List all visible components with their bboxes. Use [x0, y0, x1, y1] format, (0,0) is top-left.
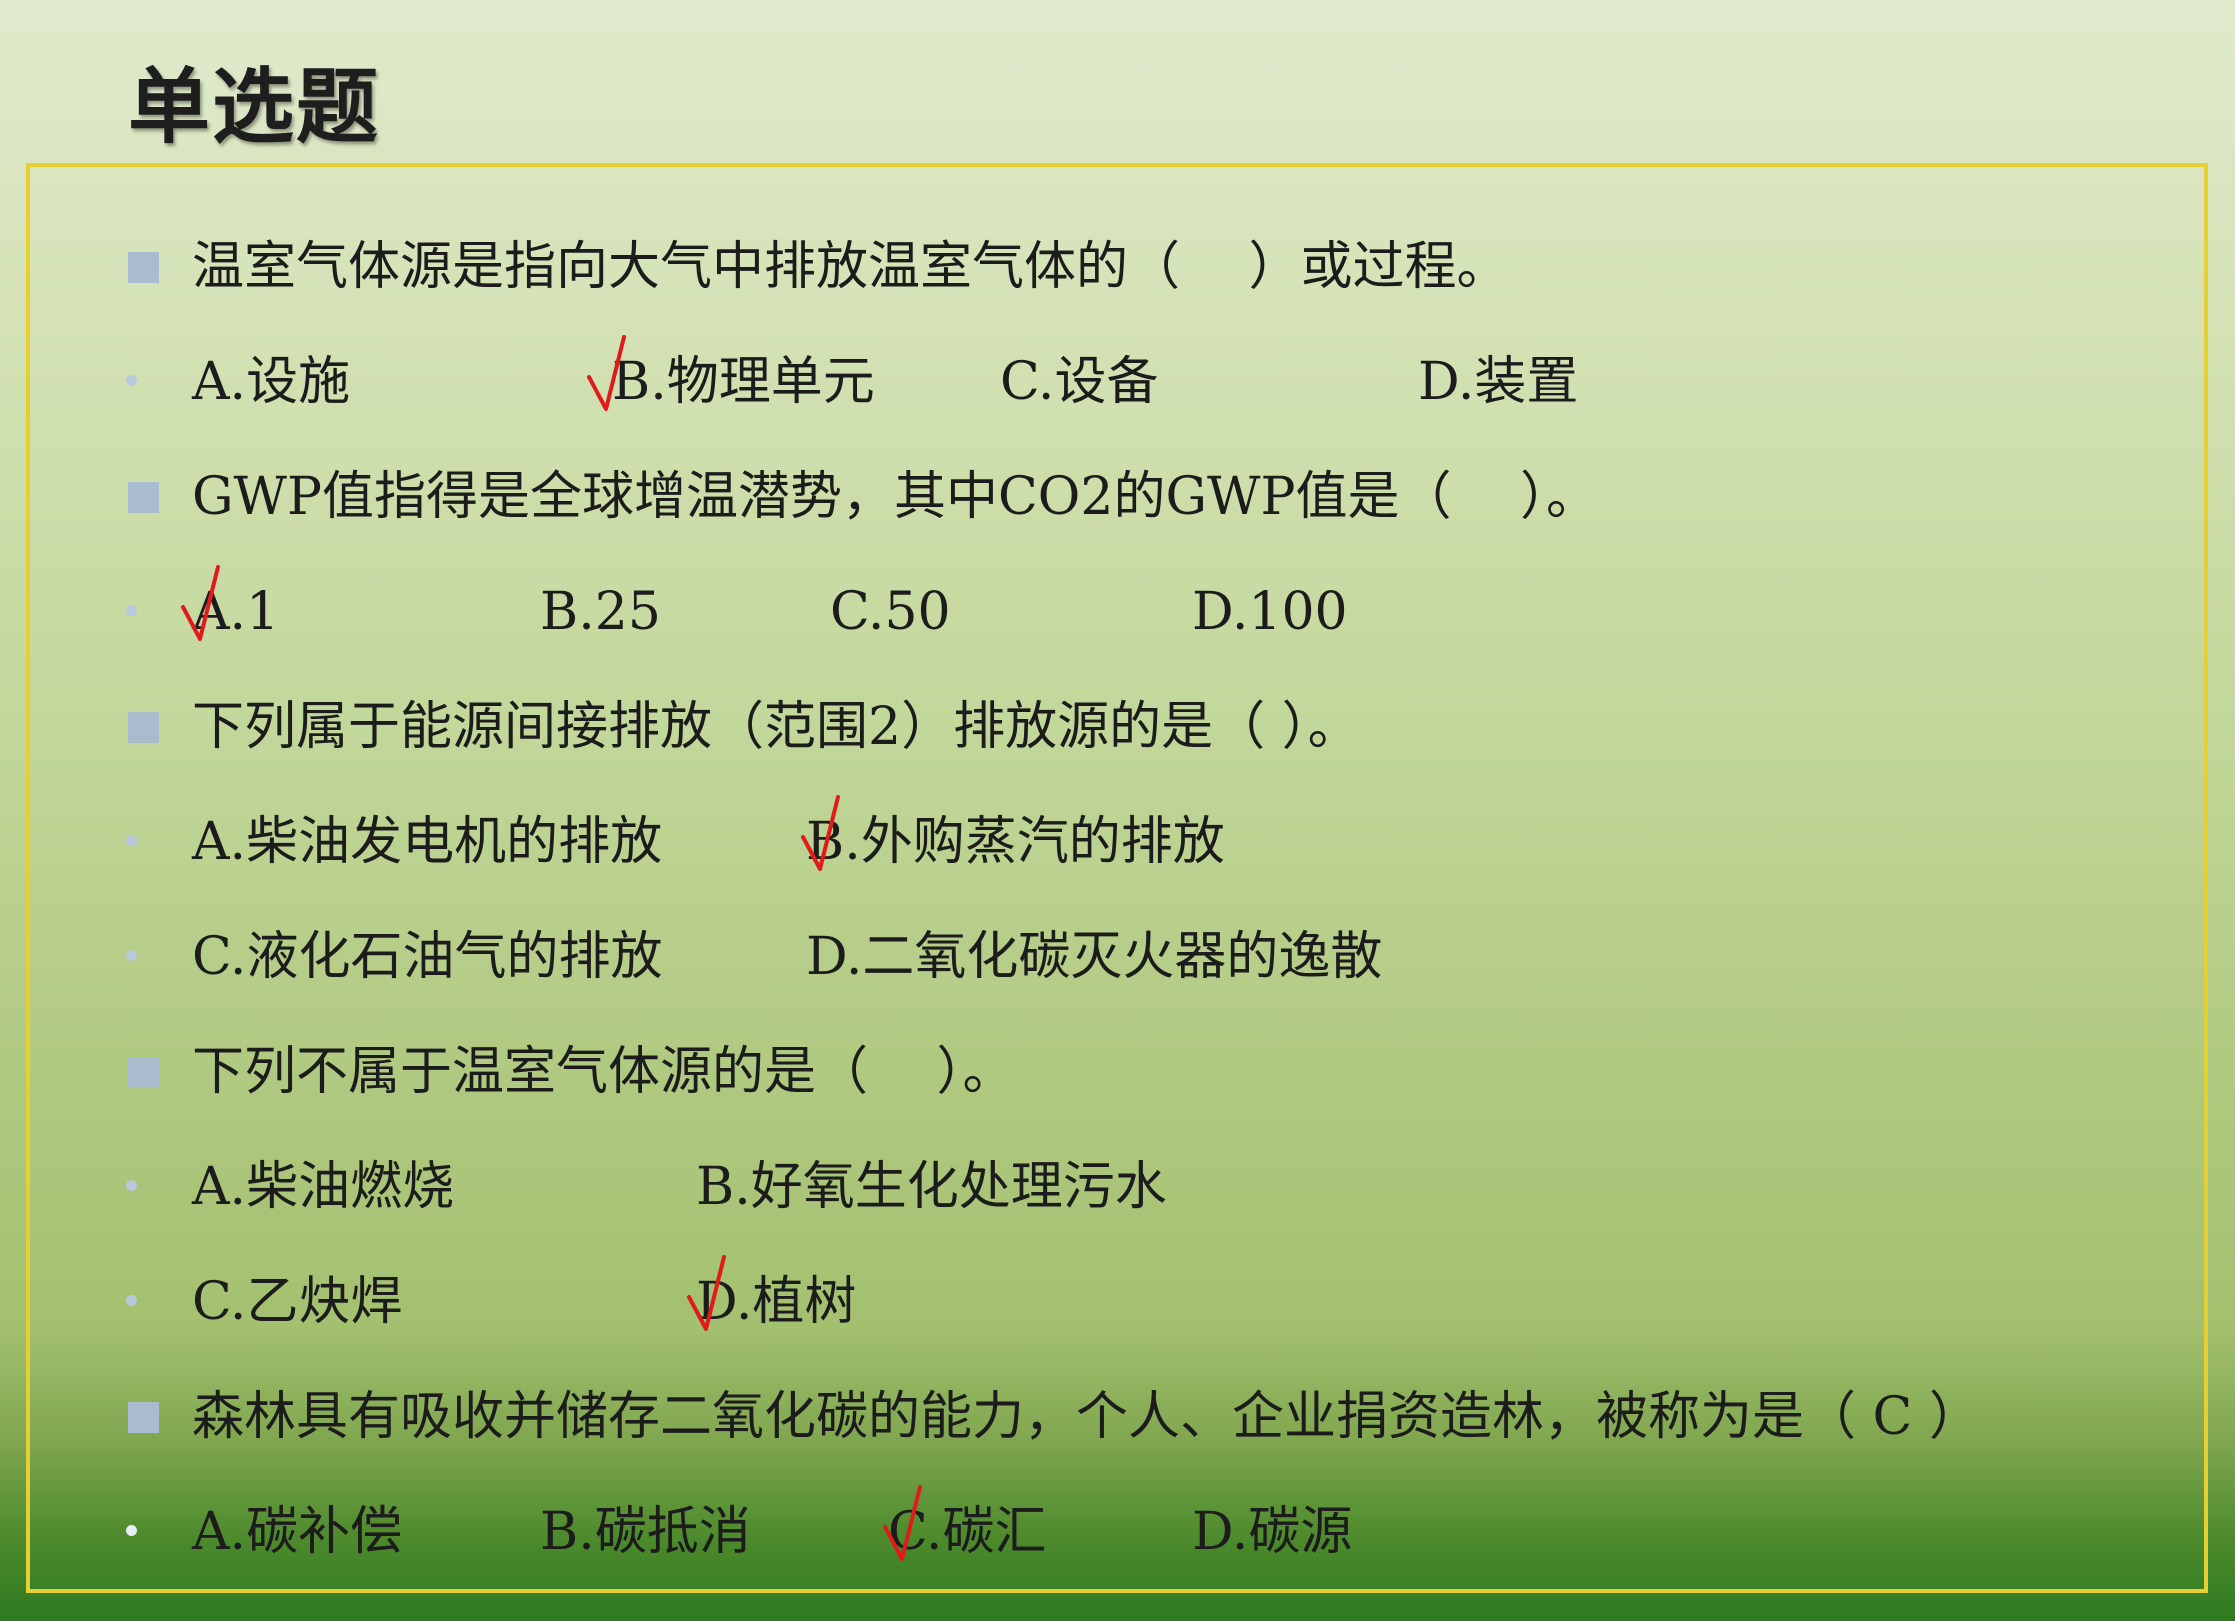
question-text: 下列不属于温室气体源的是（ ）。 — [192, 1042, 1015, 1102]
question-row: 森林具有吸收并储存二氧化碳的能力，个人、企业捐资造林，被称为是（ C ） — [0, 1382, 2235, 1452]
question-row: 下列属于能源间接排放（范围2）排放源的是（ ）。 — [0, 692, 2235, 762]
question-text: 温室气体源是指向大气中排放温室气体的（ ）或过程。 — [192, 237, 1509, 297]
option-b[interactable]: B.外购蒸汽的排放 — [806, 807, 1225, 877]
page-title: 单选题 — [128, 59, 381, 155]
options-row: A.碳补偿 B.碳抵消 C.碳汇 D.碳源 — [0, 1485, 2235, 1567]
square-bullet-icon — [128, 482, 159, 513]
checkmark-icon — [801, 795, 840, 871]
option-b[interactable]: B.25 — [540, 577, 661, 647]
question-text: GWP值指得是全球增温潜势，其中CO2的GWP值是（ ）。 — [192, 467, 1598, 527]
option-c[interactable]: C.液化石油气的排放 — [192, 922, 662, 992]
options-row: A.柴油燃烧 B.好氧生化处理污水 — [0, 1152, 2235, 1222]
options-row: A.1 B.25 C.50 D.100 — [0, 565, 2235, 647]
dot-bullet-icon — [126, 835, 137, 846]
options-row: A.设施 B.物理单元 C.设备 D.装置 — [0, 335, 2235, 417]
option-d[interactable]: D.二氧化碳灭火器的逸散 — [806, 922, 1382, 992]
checkmark-icon — [687, 1255, 726, 1331]
checkmark-icon — [883, 1485, 922, 1561]
options-row: A.柴油发电机的排放 B.外购蒸汽的排放 — [0, 795, 2235, 877]
option-a[interactable]: A.设施 — [192, 347, 350, 417]
square-bullet-icon — [128, 712, 159, 743]
dot-bullet-icon — [126, 375, 137, 386]
checkmark-icon — [587, 335, 626, 411]
dot-bullet-icon — [126, 605, 137, 616]
square-bullet-icon — [128, 1057, 159, 1088]
question-row: GWP值指得是全球增温潜势，其中CO2的GWP值是（ ）。 — [0, 462, 2235, 532]
option-c[interactable]: C.乙炔焊 — [192, 1267, 402, 1337]
option-b[interactable]: B.好氧生化处理污水 — [696, 1152, 1167, 1222]
option-a[interactable]: A.碳补偿 — [192, 1497, 402, 1567]
option-c[interactable]: C.设备 — [1000, 347, 1158, 417]
dot-bullet-icon — [126, 1295, 137, 1306]
option-c[interactable]: C.50 — [830, 577, 951, 647]
checkmark-icon — [181, 565, 220, 641]
option-d[interactable]: D.100 — [1192, 577, 1348, 647]
question-text: 下列属于能源间接排放（范围2）排放源的是（ ）。 — [192, 697, 1360, 757]
dot-bullet-icon — [126, 1180, 137, 1191]
options-row: C.液化石油气的排放 D.二氧化碳灭火器的逸散 — [0, 922, 2235, 992]
options-row: C.乙炔焊 D.植树 — [0, 1255, 2235, 1337]
option-b[interactable]: B.碳抵消 — [540, 1497, 751, 1567]
option-b[interactable]: B.物理单元 — [612, 347, 875, 417]
option-a[interactable]: A.柴油发电机的排放 — [192, 807, 662, 877]
question-text: 森林具有吸收并储存二氧化碳的能力，个人、企业捐资造林，被称为是（ C ） — [192, 1387, 1981, 1447]
question-row: 温室气体源是指向大气中排放温室气体的（ ）或过程。 — [0, 232, 2235, 302]
option-d[interactable]: D.装置 — [1418, 347, 1578, 417]
dot-bullet-icon — [126, 950, 137, 961]
option-a[interactable]: A.柴油燃烧 — [192, 1152, 454, 1222]
square-bullet-icon — [128, 252, 159, 283]
option-d[interactable]: D.碳源 — [1192, 1497, 1352, 1567]
square-bullet-icon — [128, 1402, 159, 1433]
dot-bullet-icon — [126, 1525, 137, 1536]
question-row: 下列不属于温室气体源的是（ ）。 — [0, 1037, 2235, 1107]
